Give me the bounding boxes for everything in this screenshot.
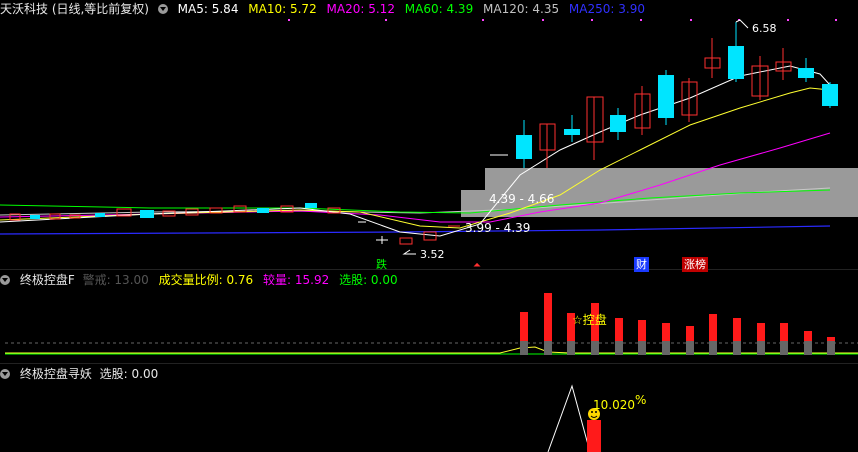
pct-value: 10.020 bbox=[593, 398, 635, 412]
tag-zhangbang[interactable]: 涨榜 bbox=[682, 257, 708, 272]
demon-bar bbox=[587, 420, 601, 452]
candles-early bbox=[9, 203, 460, 245]
vol-ratio-line bbox=[5, 346, 858, 354]
price-zone-upper bbox=[485, 168, 858, 190]
low-pointer bbox=[402, 249, 416, 255]
control-bars bbox=[520, 293, 835, 355]
low-price-label: 3.52 bbox=[420, 248, 445, 261]
kline-chart[interactable] bbox=[0, 0, 858, 452]
pct-sign: % bbox=[635, 393, 647, 407]
up-arrow-icon: ⏶ bbox=[473, 260, 481, 271]
control-annotation: ☆控盘 bbox=[572, 313, 607, 327]
pct-label: 10.020% bbox=[591, 393, 648, 413]
zone-upper-label: 4.39 - 4.66 bbox=[489, 192, 555, 206]
high-price-label: 6.58 bbox=[752, 22, 777, 35]
ma250-line bbox=[0, 225, 831, 235]
tag-cai[interactable]: 财 bbox=[634, 257, 649, 272]
zone-lower-label: 3.99 - 4.39 bbox=[465, 221, 531, 235]
high-pointer bbox=[735, 19, 749, 29]
tag-die[interactable]: 跌 bbox=[374, 257, 389, 272]
demon-signal-line bbox=[547, 384, 591, 452]
